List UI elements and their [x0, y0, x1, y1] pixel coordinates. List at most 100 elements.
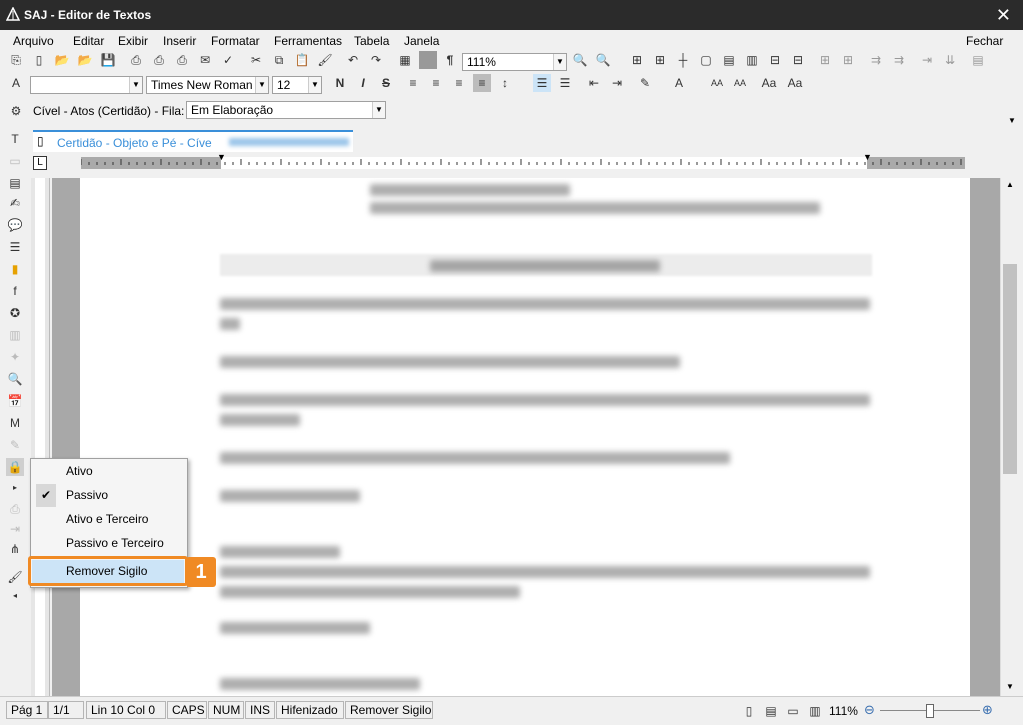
- horizontal-ruler[interactable]: L ▼ ▼: [31, 152, 1019, 174]
- open-folder-icon[interactable]: 📂: [53, 51, 71, 69]
- field-edit-icon[interactable]: ⇉: [890, 51, 908, 69]
- zoom-slider-thumb[interactable]: [926, 704, 934, 718]
- align-justify-icon[interactable]: ≡: [473, 74, 491, 92]
- queue-icon[interactable]: ⚙: [7, 102, 25, 120]
- print-icon[interactable]: ⎙: [127, 51, 145, 69]
- formula-icon[interactable]: f: [6, 282, 24, 300]
- save-icon[interactable]: 💾: [99, 51, 117, 69]
- menu-exibir[interactable]: Exibir: [118, 34, 148, 48]
- close-window-icon[interactable]: ✕: [996, 5, 1011, 26]
- table-insert-icon[interactable]: ⊞: [651, 51, 669, 69]
- new-from-template-icon[interactable]: ⎘: [7, 51, 25, 69]
- format-painter-icon[interactable]: 🖌: [316, 51, 334, 69]
- menu-inserir[interactable]: Inserir: [163, 34, 196, 48]
- menu-janela[interactable]: Janela: [404, 34, 439, 48]
- special-chars-icon[interactable]: Aa: [786, 74, 804, 92]
- font-color-icon[interactable]: A: [670, 74, 688, 92]
- scroll-down-icon[interactable]: ▼: [1006, 682, 1014, 691]
- numbered-list-icon[interactable]: ☰: [556, 74, 574, 92]
- align-right-icon[interactable]: ≡: [450, 74, 468, 92]
- padlock-icon[interactable]: 🔒: [6, 458, 24, 476]
- table-cell-icon[interactable]: ▢: [697, 51, 715, 69]
- vertical-scrollbar[interactable]: ▲ ▼: [1000, 178, 1020, 696]
- zoom-in-icon[interactable]: 🔍: [594, 51, 612, 69]
- table-delete-icon[interactable]: ⊞: [816, 51, 834, 69]
- change-case-icon[interactable]: Aa: [760, 74, 778, 92]
- pilcrow-icon[interactable]: ¶: [441, 51, 459, 69]
- chevron-down-icon[interactable]: ▼: [372, 102, 385, 118]
- tab-stop-selector[interactable]: L: [33, 156, 47, 170]
- columns-icon[interactable]: ▥: [6, 326, 24, 344]
- signature-icon[interactable]: ✍: [6, 194, 24, 212]
- field-insert-icon[interactable]: ⇉: [867, 51, 885, 69]
- export-icon[interactable]: ⇥: [6, 520, 24, 538]
- bullet-list-icon[interactable]: ☰: [533, 74, 551, 92]
- collapse-icon[interactable]: ▼: [1008, 116, 1016, 125]
- print-doc-icon[interactable]: ⎙: [6, 500, 24, 518]
- tag-icon[interactable]: ✎: [6, 436, 24, 454]
- font-grow-icon[interactable]: AA: [708, 74, 726, 92]
- search-doc-icon[interactable]: 🔍: [6, 370, 24, 388]
- align-center-icon[interactable]: ≡: [427, 74, 445, 92]
- bold-icon[interactable]: N: [331, 74, 349, 92]
- calendar-icon[interactable]: 📅: [6, 392, 24, 410]
- comment-icon[interactable]: 💬: [6, 216, 24, 234]
- cut-icon[interactable]: ✂: [247, 51, 265, 69]
- chevron-right-icon[interactable]: ▸: [6, 478, 24, 496]
- document-lock-icon[interactable]: ▮: [6, 260, 24, 278]
- align-left-icon[interactable]: ≡: [404, 74, 422, 92]
- insert-image-icon[interactable]: ▭: [6, 152, 24, 170]
- view-print-icon[interactable]: ▤: [762, 702, 780, 720]
- table-cols-icon[interactable]: ▥: [743, 51, 761, 69]
- zoom-out-icon[interactable]: 🔍: [571, 51, 589, 69]
- share-icon[interactable]: ⋔: [6, 540, 24, 558]
- scroll-thumb[interactable]: [1003, 264, 1017, 474]
- email-icon[interactable]: ✉: [196, 51, 214, 69]
- scroll-up-icon[interactable]: ▲: [1006, 180, 1014, 189]
- zoom-combo[interactable]: 111% ▼: [462, 53, 567, 71]
- indent-marker-icon[interactable]: ▼: [217, 152, 226, 162]
- paste-icon[interactable]: 📋: [293, 51, 311, 69]
- menu-editar[interactable]: Editar: [73, 34, 104, 48]
- menu-tabela[interactable]: Tabela: [354, 34, 389, 48]
- brush-icon[interactable]: 🖌: [6, 568, 24, 586]
- document-page[interactable]: [80, 178, 970, 696]
- menu-fechar[interactable]: Fechar: [966, 34, 1003, 48]
- redo-icon[interactable]: ↷: [367, 51, 385, 69]
- stamp-icon[interactable]: ✦: [6, 348, 24, 366]
- menu-item-ativo-terceiro[interactable]: Ativo e Terceiro: [32, 508, 184, 531]
- vertical-ruler[interactable]: [31, 178, 50, 696]
- print-setup-icon[interactable]: ⎙: [173, 51, 191, 69]
- view-web-icon[interactable]: ▭: [784, 702, 802, 720]
- zoom-out-button[interactable]: ⊖: [864, 702, 875, 718]
- menu-formatar[interactable]: Formatar: [211, 34, 260, 48]
- menu-ferramentas[interactable]: Ferramentas: [274, 34, 342, 48]
- open-recent-icon[interactable]: 📂: [76, 51, 94, 69]
- table-grid-icon[interactable]: ⊞: [628, 51, 646, 69]
- zoom-in-button[interactable]: ⊕: [982, 702, 993, 718]
- increase-indent-icon[interactable]: ⇥: [608, 74, 626, 92]
- chevron-left-icon[interactable]: ◂: [6, 586, 24, 604]
- list-icon[interactable]: ☰: [6, 238, 24, 256]
- print-preview-icon[interactable]: ⎙: [150, 51, 168, 69]
- undo-icon[interactable]: ↶: [344, 51, 362, 69]
- queue-combo[interactable]: Em Elaboração ▼: [186, 101, 386, 119]
- font-shrink-icon[interactable]: AA: [731, 74, 749, 92]
- table-merge-icon[interactable]: ⊟: [789, 51, 807, 69]
- field-list-icon[interactable]: ▤: [969, 51, 987, 69]
- table-split-icon[interactable]: ⊟: [766, 51, 784, 69]
- seal-icon[interactable]: ✪: [6, 304, 24, 322]
- menu-item-passivo-terceiro[interactable]: Passivo e Terceiro: [32, 532, 184, 555]
- menu-item-passivo[interactable]: ✔ Passivo: [32, 484, 184, 507]
- right-indent-icon[interactable]: ▼: [863, 152, 872, 162]
- chevron-down-icon[interactable]: ▼: [255, 77, 268, 93]
- spellcheck-icon[interactable]: ✓: [219, 51, 237, 69]
- chevron-down-icon[interactable]: ▼: [129, 77, 142, 93]
- highlight-color-icon[interactable]: ✎: [636, 74, 654, 92]
- decrease-indent-icon[interactable]: ⇤: [585, 74, 603, 92]
- styles-icon[interactable]: A: [7, 74, 25, 92]
- copy-icon[interactable]: ⧉: [270, 51, 288, 69]
- italic-icon[interactable]: I: [354, 74, 372, 92]
- document-area[interactable]: [52, 178, 1000, 696]
- view-page-icon[interactable]: ▯: [740, 702, 758, 720]
